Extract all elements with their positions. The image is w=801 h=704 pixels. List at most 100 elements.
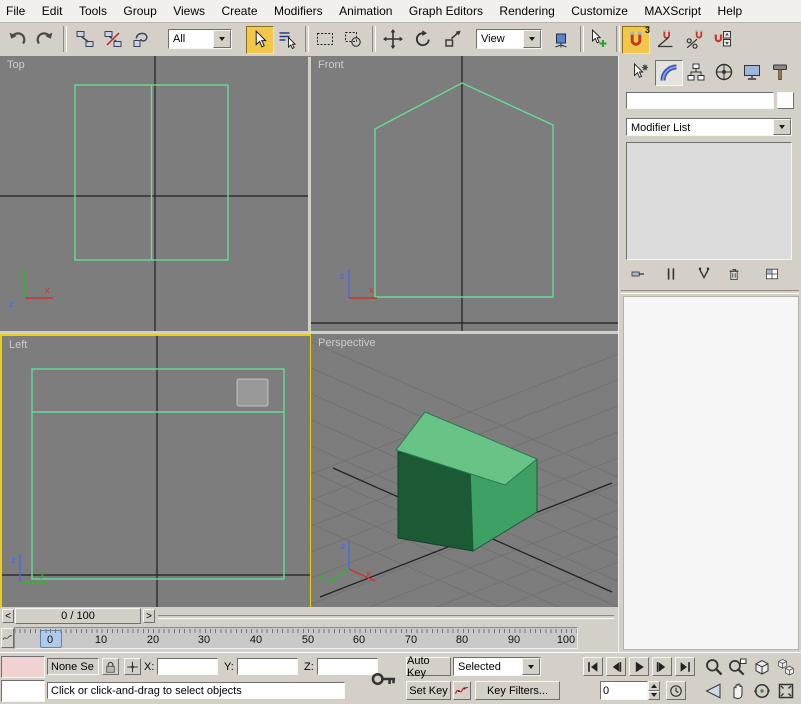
undo-button[interactable]: [4, 26, 30, 52]
snaps-toggle-button[interactable]: 3: [622, 25, 650, 54]
menu-file[interactable]: File: [0, 0, 31, 22]
previous-frame-arrow-button[interactable]: <: [2, 609, 14, 623]
key-filters-button[interactable]: Key Filters...: [475, 681, 560, 700]
viewport-perspective-label[interactable]: Perspective: [318, 337, 375, 349]
time-slider-track[interactable]: [158, 615, 614, 619]
select-by-name-button[interactable]: [274, 26, 300, 52]
absolute-offset-toggle[interactable]: [124, 658, 141, 675]
key-mode-dropdown[interactable]: Selected: [453, 657, 541, 676]
set-key-button[interactable]: Set Key: [406, 681, 451, 700]
menu-graph-editors[interactable]: Graph Editors: [403, 0, 489, 22]
new-key-default-in-out-tangents-button[interactable]: [453, 681, 471, 700]
dropdown-arrow-button[interactable]: [773, 119, 791, 135]
axis-tripod: y x z: [9, 268, 53, 309]
maxscript-mini-listener-white[interactable]: [1, 680, 45, 702]
current-frame-field[interactable]: [600, 681, 648, 700]
select-and-scale-button[interactable]: [440, 26, 466, 52]
viewport-left-active[interactable]: Left z y: [0, 334, 312, 611]
frame-spinner[interactable]: [648, 681, 660, 700]
dropdown-arrow-button[interactable]: [213, 30, 231, 48]
tab-create[interactable]: [627, 60, 653, 84]
next-frame-arrow-button[interactable]: >: [143, 609, 155, 623]
auto-key-button[interactable]: Auto Key: [406, 655, 451, 679]
viewport-perspective[interactable]: Perspective z x y: [311, 334, 618, 607]
maximize-viewport-toggle-button[interactable]: [775, 680, 797, 702]
spinner-up-button[interactable]: [648, 681, 660, 691]
menu-customize[interactable]: Customize: [565, 0, 634, 22]
spinner-snap-toggle-button[interactable]: [710, 26, 736, 52]
select-and-link-button[interactable]: [72, 26, 98, 52]
bind-to-space-warp-button[interactable]: [128, 26, 154, 52]
previous-frame-button[interactable]: [606, 657, 626, 676]
tab-modify[interactable]: [655, 60, 683, 86]
track-bar-ruler[interactable]: 0 10 20 30 40 50 60 70 80 90 100: [14, 627, 578, 649]
remove-modifier-button[interactable]: [723, 265, 745, 283]
zoom-button[interactable]: [703, 656, 725, 678]
panel-divider: [621, 290, 799, 294]
object-name-field[interactable]: [626, 92, 774, 109]
configure-modifier-sets-button[interactable]: [761, 265, 783, 283]
selection-filter-dropdown[interactable]: All: [168, 29, 232, 49]
menu-rendering[interactable]: Rendering: [493, 0, 560, 22]
time-slider-handle[interactable]: 0 / 100: [15, 608, 141, 624]
menu-animation[interactable]: Animation: [333, 0, 398, 22]
go-to-start-button[interactable]: [583, 657, 603, 676]
arc-rotate-button[interactable]: [751, 680, 773, 702]
menu-maxscript[interactable]: MAXScript: [638, 0, 707, 22]
go-to-end-button[interactable]: [675, 657, 695, 676]
coord-x-field[interactable]: [157, 658, 218, 675]
tab-utilities[interactable]: [767, 60, 793, 84]
zoom-extents-all-button[interactable]: [775, 656, 797, 678]
use-pivot-center-button[interactable]: [548, 26, 574, 52]
viewport-front[interactable]: Front z x: [311, 56, 618, 331]
spinner-down-button[interactable]: [648, 690, 660, 700]
viewport-left-label[interactable]: Left: [9, 339, 27, 351]
tab-motion[interactable]: [711, 60, 737, 84]
dropdown-arrow-button[interactable]: [523, 30, 541, 48]
menu-group[interactable]: Group: [117, 0, 162, 22]
dropdown-arrow-button[interactable]: [522, 658, 540, 675]
redo-button[interactable]: [32, 26, 58, 52]
menu-edit[interactable]: Edit: [36, 0, 69, 22]
lock-icon: [103, 659, 118, 675]
unlink-selection-button[interactable]: [100, 26, 126, 52]
select-object-button[interactable]: [246, 26, 274, 54]
show-end-result-button[interactable]: [660, 265, 682, 283]
next-frame-button[interactable]: [652, 657, 672, 676]
object-color-swatch[interactable]: [777, 92, 794, 109]
menu-modifiers[interactable]: Modifiers: [268, 0, 329, 22]
pan-view-button[interactable]: [727, 680, 749, 702]
set-keys-big-key-button[interactable]: [366, 663, 402, 695]
tab-display[interactable]: [739, 60, 765, 84]
make-unique-button[interactable]: [693, 265, 715, 283]
menu-views[interactable]: Views: [167, 0, 211, 22]
modifier-list-dropdown[interactable]: Modifier List: [626, 118, 792, 136]
zoom-extents-button[interactable]: [751, 656, 773, 678]
menu-help[interactable]: Help: [712, 0, 749, 22]
maxscript-mini-listener-pink[interactable]: [1, 656, 45, 678]
reference-coordinate-system-dropdown[interactable]: View: [476, 29, 542, 49]
angle-snap-toggle-button[interactable]: [652, 26, 678, 52]
rectangular-selection-region-button[interactable]: [312, 26, 338, 52]
select-and-manipulate-button[interactable]: [586, 26, 612, 52]
select-and-rotate-button[interactable]: [410, 26, 436, 52]
play-animation-button[interactable]: [629, 657, 649, 676]
viewport-top[interactable]: Top y x z: [0, 56, 308, 331]
open-mini-curve-editor-button[interactable]: [1, 628, 14, 648]
pin-stack-button[interactable]: [627, 265, 649, 283]
zoom-all-button[interactable]: [727, 656, 749, 678]
coord-y-field[interactable]: [237, 658, 298, 675]
selection-lock-toggle[interactable]: [102, 658, 119, 675]
viewport-top-label[interactable]: Top: [7, 59, 25, 71]
viewport-front-label[interactable]: Front: [318, 59, 344, 71]
menu-tools[interactable]: Tools: [73, 0, 113, 22]
modifier-stack-list[interactable]: [626, 142, 792, 260]
house-object[interactable]: [395, 411, 538, 552]
select-and-move-button[interactable]: [380, 26, 406, 52]
key-mode-toggle-button[interactable]: [666, 681, 686, 700]
menu-create[interactable]: Create: [215, 0, 263, 22]
window-crossing-button[interactable]: [340, 26, 366, 52]
field-of-view-button[interactable]: [703, 680, 725, 702]
percent-snap-toggle-button[interactable]: [682, 26, 708, 52]
tab-hierarchy[interactable]: [683, 60, 709, 84]
